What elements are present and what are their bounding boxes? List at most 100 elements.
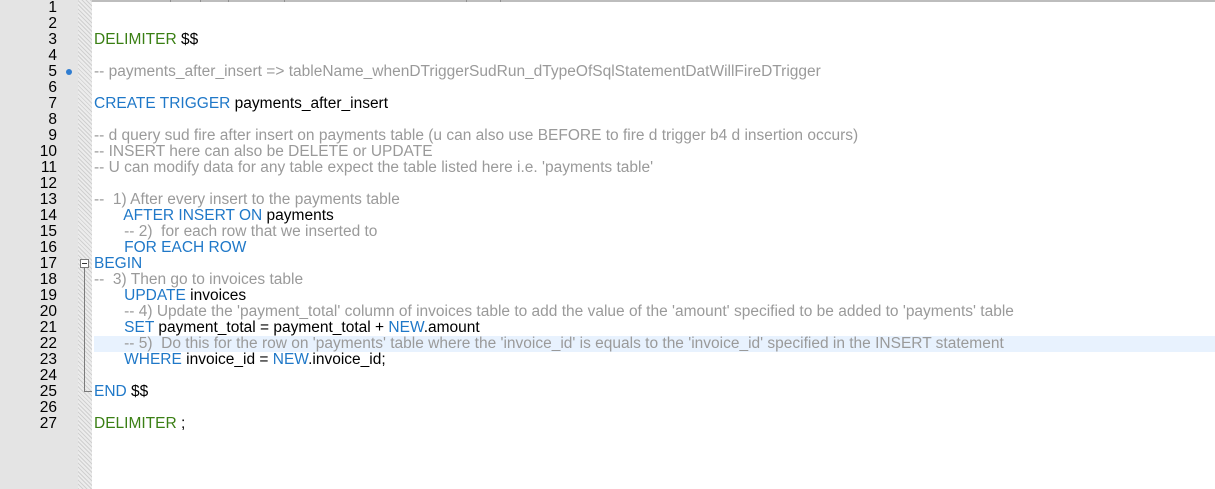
code-text[interactable]: -- 3) Then go to invoices table: [94, 272, 1215, 288]
code-token: invoices: [190, 287, 247, 304]
code-text[interactable]: FOR EACH ROW: [94, 240, 1215, 256]
line-number: 9: [48, 127, 57, 144]
code-line[interactable]: 9 -- d query sud fire after insert on pay…: [0, 128, 1215, 144]
line-number: 18: [39, 271, 57, 288]
code-line[interactable]: 21 SET payment_total = payment_total + N…: [0, 320, 1215, 336]
code-line[interactable]: 25 END $$: [0, 384, 1215, 400]
code-line[interactable]: 2: [0, 16, 1215, 32]
code-token: DELIMITER: [94, 415, 181, 432]
code-text[interactable]: [94, 80, 1215, 96]
code-line[interactable]: 14 AFTER INSERT ON payments: [0, 208, 1215, 224]
code-token: AFTER INSERT ON: [94, 207, 267, 224]
code-text[interactable]: [94, 176, 1215, 192]
code-text[interactable]: END $$: [94, 384, 1215, 400]
code-line[interactable]: 19 UPDATE invoices: [0, 288, 1215, 304]
code-text[interactable]: -- U can modify data for any table expec…: [94, 160, 1215, 176]
code-line[interactable]: 23 WHERE invoice_id = NEW.invoice_id;: [0, 352, 1215, 368]
code-token: ;: [180, 415, 186, 432]
code-text[interactable]: [94, 48, 1215, 64]
code-line[interactable]: 26: [0, 400, 1215, 416]
code-text[interactable]: BEGIN: [94, 256, 1215, 272]
code-text[interactable]: DELIMITER ;: [94, 416, 1215, 432]
line-number: 1: [48, 0, 57, 16]
code-line[interactable]: 4: [0, 48, 1215, 64]
bookmark-dot-icon[interactable]: [66, 69, 72, 75]
line-number: 27: [39, 415, 57, 432]
line-number: 8: [48, 111, 57, 128]
code-line[interactable]: 7 CREATE TRIGGER payments_after_insert: [0, 96, 1215, 112]
line-number: 25: [39, 383, 57, 400]
code-text[interactable]: -- 1) After every insert to the payments…: [94, 192, 1215, 208]
code-text[interactable]: -- 5) Do this for the row on 'payments' …: [94, 336, 1215, 352]
code-line[interactable]: 22 -- 5) Do this for the row on 'payment…: [0, 336, 1215, 352]
code-token: -- 4) Update the 'payment_total' column …: [94, 303, 1014, 320]
fold-range-line: [84, 268, 85, 392]
line-number: 6: [48, 79, 57, 96]
line-number: 3: [48, 31, 57, 48]
code-text[interactable]: -- d query sud fire after insert on paym…: [94, 128, 1215, 144]
code-token: -- 2) for each row that we inserted to: [94, 223, 378, 240]
code-token: -- U can modify data for any table expec…: [94, 159, 654, 176]
code-line[interactable]: 6: [0, 80, 1215, 96]
code-token: -- INSERT here can also be DELETE or UPD…: [94, 143, 433, 160]
fold-range-end: [84, 391, 92, 392]
code-text[interactable]: [94, 112, 1215, 128]
code-line[interactable]: 13 -- 1) After every insert to the paymen…: [0, 192, 1215, 208]
code-line[interactable]: 1: [0, 0, 1215, 16]
code-token: invoice_id =: [186, 351, 273, 368]
code-token: $$: [180, 31, 199, 48]
code-token: SET: [94, 319, 159, 336]
code-token: NEW: [388, 319, 424, 336]
code-line[interactable]: 11 -- U can modify data for any table exp…: [0, 160, 1215, 176]
code-text[interactable]: [94, 0, 1215, 16]
line-number: 5: [48, 63, 57, 80]
code-text[interactable]: [94, 368, 1215, 384]
line-number: 2: [48, 15, 57, 32]
code-line[interactable]: 16 FOR EACH ROW: [0, 240, 1215, 256]
code-token: NEW: [272, 351, 309, 368]
line-number: 15: [39, 223, 57, 240]
code-token: -- 3) Then go to invoices table: [94, 271, 304, 288]
code-line[interactable]: 17 BEGIN: [0, 256, 1215, 272]
code-text[interactable]: [94, 400, 1215, 416]
code-line[interactable]: 3 DELIMITER $$: [0, 32, 1215, 48]
code-text[interactable]: CREATE TRIGGER payments_after_insert: [94, 96, 1215, 112]
code-text[interactable]: -- payments_after_insert => tableName_wh…: [94, 64, 1215, 80]
code-text[interactable]: AFTER INSERT ON payments: [94, 208, 1215, 224]
code-text[interactable]: WHERE invoice_id = NEW.invoice_id;: [94, 352, 1215, 368]
line-number: 11: [40, 159, 57, 176]
code-text[interactable]: -- INSERT here can also be DELETE or UPD…: [94, 144, 1215, 160]
code-text[interactable]: SET payment_total = payment_total + NEW.…: [94, 320, 1215, 336]
code-line[interactable]: 27 DELIMITER ;: [0, 416, 1215, 432]
line-number: 22: [39, 335, 57, 352]
code-token: -- d query sud fire after insert on paym…: [94, 127, 859, 144]
fold-toggle-begin-end[interactable]: [80, 259, 89, 268]
code-token: END: [94, 383, 132, 400]
code-token: -- payments_after_insert => tableName_wh…: [94, 63, 821, 80]
line-number: 24: [39, 367, 57, 384]
code-token: DELIMITER: [94, 31, 181, 48]
code-text[interactable]: UPDATE invoices: [94, 288, 1215, 304]
code-token: WHERE: [94, 351, 187, 368]
code-line[interactable]: 15 -- 2) for each row that we inserted t…: [0, 224, 1215, 240]
code-token: .amount: [423, 319, 480, 336]
line-number: 20: [39, 303, 57, 320]
code-line[interactable]: 20 -- 4) Update the 'payment_total' colu…: [0, 304, 1215, 320]
code-token: CREATE TRIGGER: [94, 95, 235, 112]
code-line[interactable]: 10 -- INSERT here can also be DELETE or U…: [0, 144, 1215, 160]
code-line[interactable]: 8: [0, 112, 1215, 128]
code-token: $$: [131, 383, 149, 400]
line-number: 10: [39, 143, 57, 160]
code-line[interactable]: 24: [0, 368, 1215, 384]
code-line[interactable]: 5 -- payments_after_insert => tableName_w…: [0, 64, 1215, 80]
code-token: payments_after_insert: [234, 95, 389, 112]
line-number: 21: [39, 319, 57, 336]
line-number: 14: [39, 207, 57, 224]
line-number: 7: [48, 95, 57, 112]
code-text[interactable]: -- 4) Update the 'payment_total' column …: [94, 304, 1215, 320]
code-line[interactable]: 18 -- 3) Then go to invoices table: [0, 272, 1215, 288]
code-text[interactable]: -- 2) for each row that we inserted to: [94, 224, 1215, 240]
code-line[interactable]: 12: [0, 176, 1215, 192]
code-text[interactable]: [94, 16, 1215, 32]
code-text[interactable]: DELIMITER $$: [94, 32, 1215, 48]
